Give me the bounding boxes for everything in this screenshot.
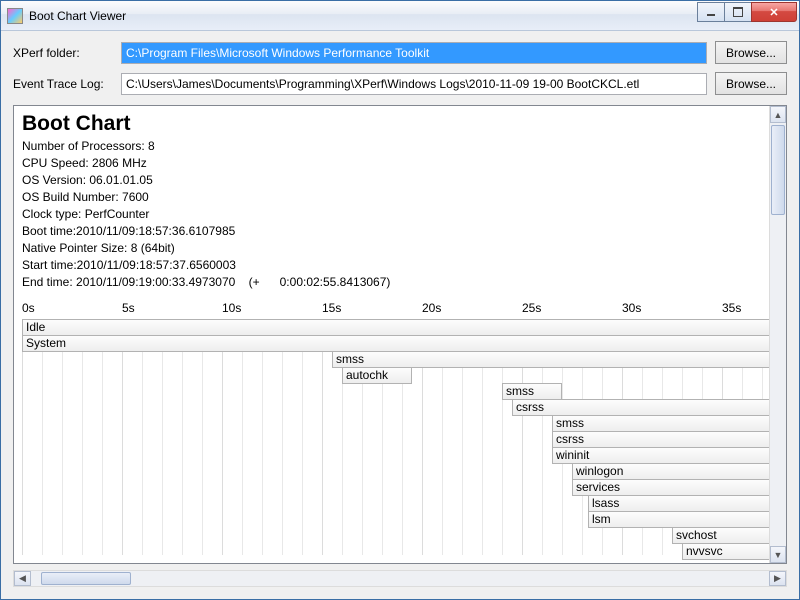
process-bar[interactable]: smss bbox=[502, 383, 562, 400]
app-window: Boot Chart Viewer XPerf folder: Browse..… bbox=[0, 0, 800, 600]
minimize-button[interactable] bbox=[697, 2, 725, 22]
process-bar[interactable]: Idle bbox=[22, 319, 769, 336]
xperf-folder-row: XPerf folder: Browse... bbox=[13, 41, 787, 64]
app-icon bbox=[7, 8, 23, 24]
titlebar[interactable]: Boot Chart Viewer bbox=[1, 1, 799, 31]
hscroll-track[interactable] bbox=[31, 571, 769, 586]
xperf-folder-label: XPerf folder: bbox=[13, 46, 113, 60]
scroll-left-button[interactable]: ◀ bbox=[14, 571, 31, 586]
process-bar[interactable]: lsass bbox=[588, 495, 769, 512]
system-info: Number of Processors: 8 CPU Speed: 2806 … bbox=[22, 138, 761, 291]
vscroll-thumb[interactable] bbox=[771, 125, 785, 215]
close-button[interactable] bbox=[751, 2, 797, 22]
process-bar[interactable]: autochk bbox=[342, 367, 412, 384]
process-bar[interactable]: csrss bbox=[552, 431, 769, 448]
axis-tick: 15s bbox=[322, 301, 341, 315]
scroll-down-button[interactable]: ▼ bbox=[770, 546, 786, 563]
axis-tick: 25s bbox=[522, 301, 541, 315]
axis-tick: 0s bbox=[22, 301, 35, 315]
process-bar[interactable]: svchost bbox=[672, 527, 769, 544]
gantt-chart: IdleSystemsmssautochksmsscsrsssmsscsrssw… bbox=[22, 319, 761, 555]
chart-viewport[interactable]: Boot Chart Number of Processors: 8 CPU S… bbox=[14, 106, 769, 563]
etl-input[interactable] bbox=[121, 73, 707, 95]
chart-body: Boot Chart Number of Processors: 8 CPU S… bbox=[14, 106, 769, 559]
process-bar[interactable]: csrss bbox=[512, 399, 769, 416]
axis-tick: 30s bbox=[622, 301, 641, 315]
etl-label: Event Trace Log: bbox=[13, 77, 113, 91]
process-bar[interactable]: winlogon bbox=[572, 463, 769, 480]
process-bar[interactable]: System bbox=[22, 335, 769, 352]
axis-tick: 35s bbox=[722, 301, 741, 315]
process-bar[interactable]: services bbox=[572, 479, 769, 496]
axis-tick: 10s bbox=[222, 301, 241, 315]
chart-frame: Boot Chart Number of Processors: 8 CPU S… bbox=[13, 105, 787, 564]
horizontal-scrollbar[interactable]: ◀ ▶ bbox=[13, 570, 787, 587]
client-area: XPerf folder: Browse... Event Trace Log:… bbox=[7, 37, 793, 593]
xperf-browse-button[interactable]: Browse... bbox=[715, 41, 787, 64]
process-bar[interactable]: smss bbox=[552, 415, 769, 432]
window-buttons bbox=[698, 2, 797, 22]
etl-row: Event Trace Log: Browse... bbox=[13, 72, 787, 95]
process-bar[interactable]: lsm bbox=[588, 511, 769, 528]
chart-title: Boot Chart bbox=[22, 112, 761, 136]
window-title: Boot Chart Viewer bbox=[29, 9, 698, 23]
hscroll-thumb[interactable] bbox=[41, 572, 131, 585]
vertical-scrollbar[interactable]: ▲ ▼ bbox=[769, 106, 786, 563]
etl-browse-button[interactable]: Browse... bbox=[715, 72, 787, 95]
axis-tick: 20s bbox=[422, 301, 441, 315]
scroll-up-button[interactable]: ▲ bbox=[770, 106, 786, 123]
process-bar[interactable]: smss bbox=[332, 351, 769, 368]
axis-tick: 5s bbox=[122, 301, 135, 315]
time-axis: 0s 5s 10s 15s 20s 25s 30s 35s bbox=[22, 301, 761, 317]
maximize-button[interactable] bbox=[724, 2, 752, 22]
process-bar[interactable]: wininit bbox=[552, 447, 769, 464]
vscroll-track[interactable] bbox=[770, 123, 786, 546]
process-bar[interactable]: nvvsvc bbox=[682, 543, 769, 560]
scroll-right-button[interactable]: ▶ bbox=[769, 571, 786, 586]
xperf-folder-input[interactable] bbox=[121, 42, 707, 64]
